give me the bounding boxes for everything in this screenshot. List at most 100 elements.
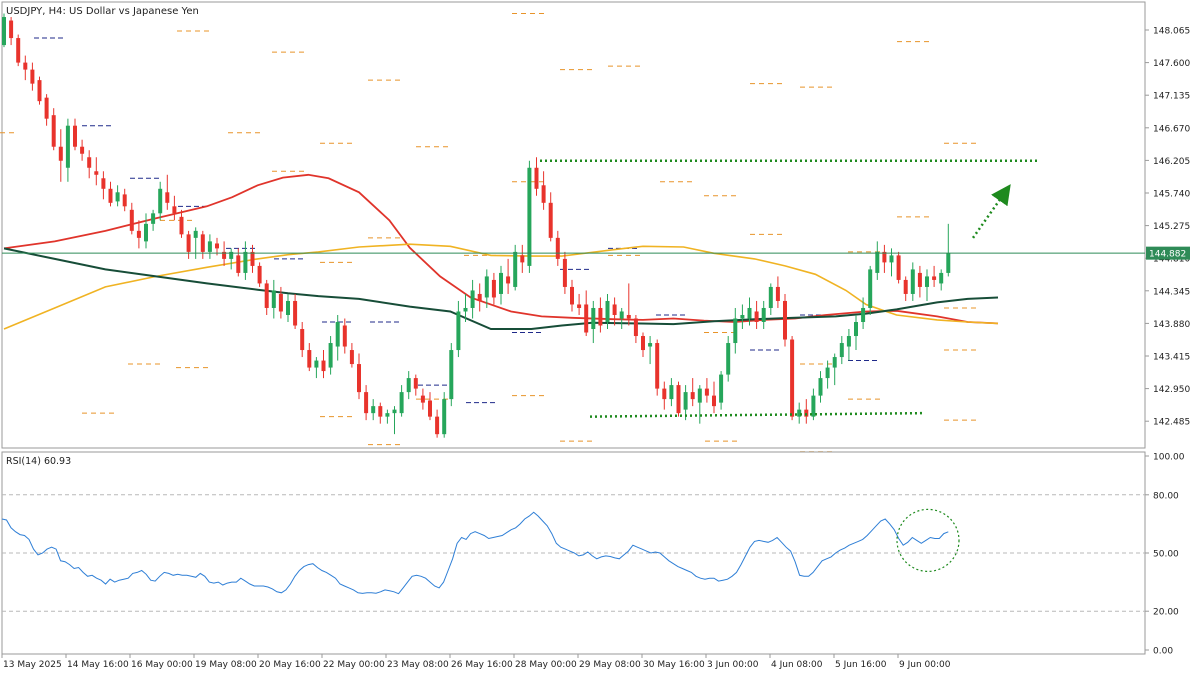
candle-body[interactable] — [286, 300, 290, 315]
candle-body[interactable] — [513, 251, 518, 287]
candle-body[interactable] — [861, 307, 866, 322]
candle-body[interactable] — [37, 80, 42, 102]
candle-body[interactable] — [122, 194, 127, 207]
candle-body[interactable] — [825, 367, 830, 379]
candle-body[interactable] — [321, 360, 326, 372]
candle-body[interactable] — [193, 230, 198, 238]
candle-body[interactable] — [2, 17, 6, 46]
candle[interactable] — [790, 336, 795, 421]
candle[interactable] — [527, 160, 532, 273]
candle-body[interactable] — [236, 255, 241, 273]
candle-body[interactable] — [186, 234, 191, 252]
candle-body[interactable] — [676, 385, 681, 414]
candle-body[interactable] — [591, 307, 596, 330]
candle-body[interactable] — [747, 307, 752, 319]
candle-body[interactable] — [215, 243, 219, 249]
candle-body[interactable] — [889, 255, 894, 263]
candle-body[interactable] — [932, 276, 937, 280]
candle-body[interactable] — [58, 146, 63, 161]
candle-body[interactable] — [633, 318, 638, 337]
candle-body[interactable] — [9, 20, 14, 39]
candle-body[interactable] — [875, 251, 880, 273]
candle-body[interactable] — [442, 399, 447, 435]
usdjpy-h4-chart[interactable]: USDJPY, H4: US Dollar vs Japanese Yen RS… — [0, 0, 1200, 675]
candle-body[interactable] — [655, 343, 660, 389]
candle-body[interactable] — [328, 343, 333, 368]
candle-body[interactable] — [179, 216, 184, 235]
candle-body[interactable] — [612, 304, 617, 315]
candle-body[interactable] — [910, 269, 915, 294]
candle[interactable] — [655, 339, 660, 396]
candle-body[interactable] — [939, 272, 944, 284]
candle-body[interactable] — [491, 279, 496, 298]
candle-body[interactable] — [712, 395, 716, 407]
candle-body[interactable] — [832, 357, 837, 368]
candle-body[interactable] — [80, 146, 85, 154]
candle-body[interactable] — [577, 304, 582, 308]
candle-body[interactable] — [598, 307, 603, 326]
candle-body[interactable] — [158, 188, 163, 214]
candle-body[interactable] — [435, 416, 440, 435]
candle-body[interactable] — [605, 300, 610, 322]
candle-body[interactable] — [378, 406, 383, 417]
candle-body[interactable] — [207, 241, 212, 252]
candle[interactable] — [37, 76, 42, 105]
candle-body[interactable] — [775, 286, 780, 301]
candle-body[interactable] — [648, 343, 653, 347]
candle-body[interactable] — [619, 311, 624, 319]
candle-body[interactable] — [520, 255, 525, 263]
candle-body[interactable] — [903, 279, 908, 294]
candle-body[interactable] — [484, 276, 489, 298]
candle-body[interactable] — [783, 300, 787, 340]
time-axis[interactable]: 13 May 2025 14 May 16:00 16 May 00:00 19 Ma… — [1, 654, 951, 670]
candle-body[interactable] — [406, 378, 411, 393]
candle-body[interactable] — [917, 272, 922, 287]
candle-body[interactable] — [534, 167, 539, 189]
candle-body[interactable] — [697, 388, 702, 403]
candle-body[interactable] — [754, 311, 759, 322]
candle-body[interactable] — [946, 253, 951, 273]
candle-body[interactable] — [144, 223, 148, 242]
candle-body[interactable] — [740, 314, 745, 319]
candle-body[interactable] — [243, 251, 248, 273]
candle-body[interactable] — [271, 290, 276, 308]
candle-body[interactable] — [499, 272, 503, 294]
candle-body[interactable] — [562, 258, 567, 287]
candle-body[interactable] — [548, 202, 553, 238]
candle-body[interactable] — [428, 400, 432, 417]
candle-body[interactable] — [357, 364, 361, 393]
candle-body[interactable] — [726, 343, 731, 375]
candle-body[interactable] — [51, 115, 56, 147]
candle[interactable] — [2, 13, 6, 48]
candle-body[interactable] — [768, 286, 773, 308]
candle-body[interactable] — [371, 406, 376, 414]
candle-body[interactable] — [626, 314, 631, 319]
candle-body[interactable] — [456, 311, 461, 351]
candle-body[interactable] — [94, 171, 99, 175]
candle-body[interactable] — [342, 325, 347, 347]
candle-body[interactable] — [690, 392, 695, 400]
candle-body[interactable] — [790, 339, 795, 417]
candle-body[interactable] — [449, 350, 454, 400]
candle-body[interactable] — [293, 300, 298, 326]
candle-body[interactable] — [129, 209, 134, 231]
candle-body[interactable] — [541, 185, 546, 203]
candle-body[interactable] — [307, 350, 312, 368]
candle-body[interactable] — [704, 388, 709, 396]
candle-body[interactable] — [470, 290, 475, 308]
candle-body[interactable] — [23, 62, 28, 70]
candle-body[interactable] — [846, 336, 851, 347]
candle-body[interactable] — [477, 293, 482, 301]
candle-body[interactable] — [854, 321, 858, 337]
candle[interactable] — [257, 262, 262, 287]
candle-body[interactable] — [300, 329, 305, 351]
candle[interactable] — [449, 343, 454, 407]
candle-body[interactable] — [314, 360, 319, 368]
candle-body[interactable] — [719, 374, 724, 403]
candle-body[interactable] — [30, 69, 35, 84]
candle-body[interactable] — [200, 234, 205, 252]
candle-body[interactable] — [115, 192, 120, 202]
candle-body[interactable] — [101, 178, 106, 189]
candle-body[interactable] — [73, 125, 77, 147]
candle-body[interactable] — [527, 167, 532, 266]
